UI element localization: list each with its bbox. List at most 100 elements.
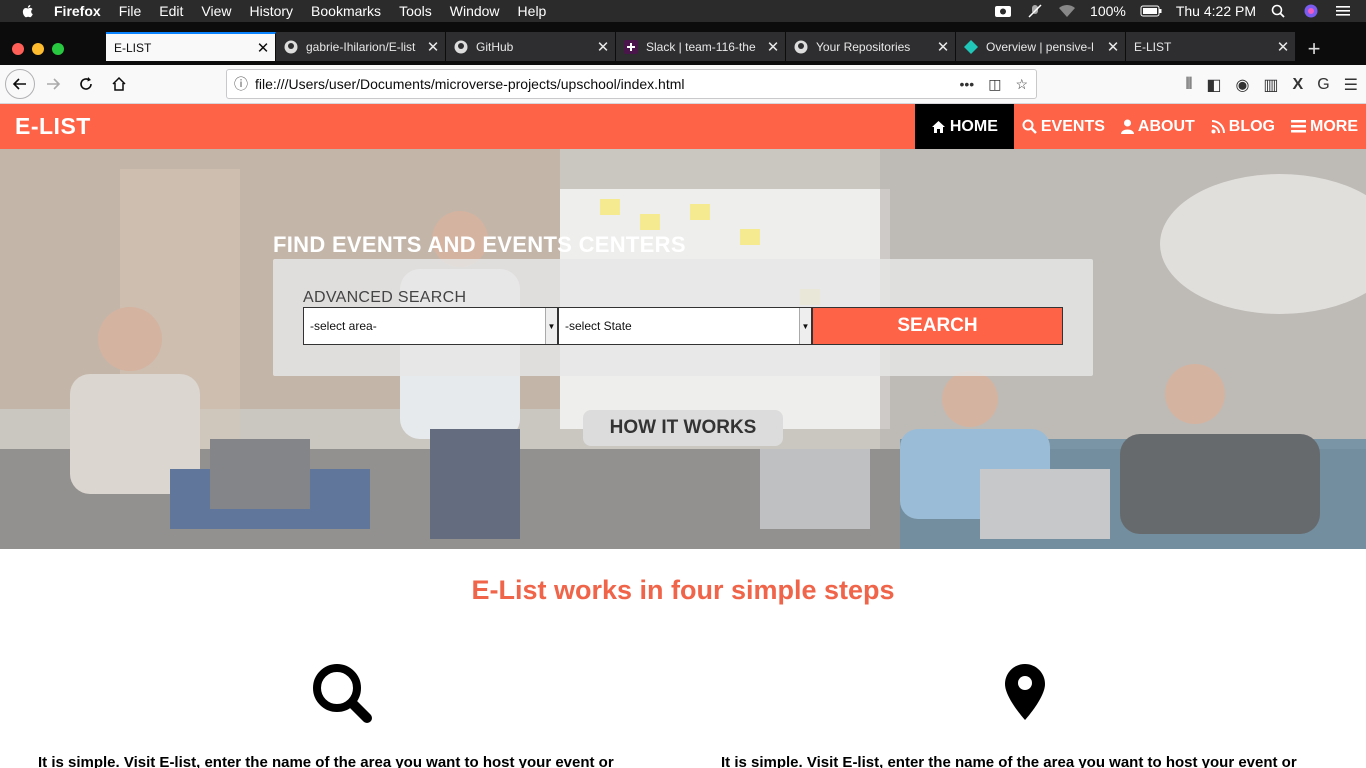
nav-home-label: HOME: [949, 117, 998, 135]
nav-more[interactable]: MORE: [1283, 104, 1366, 149]
how-it-works-button[interactable]: HOW IT WORKS: [583, 410, 783, 446]
steps-heading: E-List works in four simple steps: [471, 575, 895, 605]
info-icon[interactable]: ⓘ: [227, 74, 255, 94]
search-panel: ADVANCED SEARCH -select area- ▼ -select …: [273, 259, 1093, 376]
slack-icon: [624, 39, 638, 54]
tab-title: Slack | team-116-the: [646, 39, 756, 54]
browser-toolbar: ⓘ file:///Users/user/Documents/microvers…: [0, 65, 1366, 104]
nav-about-label: ABOUT: [1137, 117, 1195, 135]
tab-github[interactable]: GitHub ✕: [446, 32, 616, 61]
tab-github-repo[interactable]: gabrie-Ihilarion/E-list ✕: [276, 32, 446, 61]
tab-elist[interactable]: E-LIST ✕: [106, 32, 276, 61]
state-select-value: -select State: [565, 319, 632, 333]
tab-close-icon[interactable]: ✕: [591, 38, 615, 56]
menu-app-name[interactable]: Firefox: [54, 3, 101, 19]
tab-elist-2[interactable]: E-LIST ✕: [1126, 32, 1296, 61]
extension-grammarly-icon[interactable]: G: [1317, 76, 1329, 94]
reload-icon: [80, 77, 92, 90]
chevron-down-icon[interactable]: ▼: [799, 308, 811, 344]
github-icon: [794, 40, 808, 53]
apple-logo-icon[interactable]: [20, 3, 36, 19]
state-select[interactable]: -select State ▼: [558, 307, 812, 345]
step-description: It is simple. Visit E-list, enter the na…: [38, 754, 614, 768]
mic-off-icon[interactable]: [1026, 4, 1044, 18]
nav-events-label: EVENTS: [1040, 117, 1105, 135]
search-icon: [1022, 119, 1037, 134]
menu-edit[interactable]: Edit: [159, 3, 183, 19]
github-icon: [284, 40, 298, 53]
back-button[interactable]: [5, 69, 35, 99]
home-icon: [112, 76, 126, 91]
siri-icon[interactable]: [1302, 4, 1320, 18]
extension-x-icon[interactable]: X: [1293, 76, 1304, 94]
tab-close-icon[interactable]: ✕: [1101, 38, 1125, 56]
app-menu-icon[interactable]: ☰: [1344, 75, 1358, 95]
search-button[interactable]: SEARCH: [812, 307, 1063, 345]
nav-more-label: MORE: [1310, 117, 1358, 135]
github-icon: [454, 40, 468, 53]
menu-clock[interactable]: Thu 4:22 PM: [1176, 3, 1256, 19]
menu-history[interactable]: History: [249, 3, 293, 19]
menu-file[interactable]: File: [119, 3, 142, 19]
url-text[interactable]: file:///Users/user/Documents/microverse-…: [255, 76, 959, 92]
tab-your-repositories[interactable]: Your Repositories ✕: [786, 32, 956, 61]
hero-title: FIND EVENTS AND EVENTS CENTERS: [273, 232, 686, 257]
tab-close-icon[interactable]: ✕: [251, 39, 275, 57]
forward-button[interactable]: [38, 69, 68, 99]
nav-home[interactable]: HOME: [914, 104, 1014, 149]
tab-close-icon[interactable]: ✕: [761, 38, 785, 56]
address-bar[interactable]: ⓘ file:///Users/user/Documents/microvers…: [226, 69, 1037, 99]
menu-window[interactable]: Window: [450, 3, 500, 19]
chevron-down-icon[interactable]: ▼: [545, 308, 557, 344]
page-actions-icon[interactable]: •••: [959, 76, 974, 93]
advanced-search-label: ADVANCED SEARCH: [303, 289, 467, 306]
area-select[interactable]: -select area- ▼: [303, 307, 558, 345]
tab-title: E-LIST: [1134, 39, 1172, 54]
minimize-window-button[interactable]: [32, 42, 44, 55]
browser-tab-strip: E-LIST ✕ gabrie-Ihilarion/E-list ✕ GitHu…: [0, 22, 1366, 65]
step-description: It is simple. Visit E-list, enter the na…: [721, 754, 1297, 768]
notification-center-icon[interactable]: [1334, 4, 1352, 18]
tab-title: Your Repositories: [816, 39, 911, 54]
maximize-window-button[interactable]: [52, 42, 64, 55]
extension-grid-icon[interactable]: ▥: [1263, 75, 1278, 95]
sidebar-icon[interactable]: ◧: [1206, 75, 1221, 95]
nav-events[interactable]: EVENTS: [1014, 104, 1113, 149]
nav-blog-label: BLOG: [1228, 117, 1275, 135]
tab-close-icon[interactable]: ✕: [1271, 38, 1295, 56]
wifi-icon[interactable]: [1058, 4, 1076, 18]
tab-title: gabrie-Ihilarion/E-list: [306, 39, 416, 54]
spotlight-search-icon[interactable]: [1270, 4, 1288, 18]
tab-close-icon[interactable]: ✕: [931, 38, 955, 56]
tab-close-icon[interactable]: ✕: [421, 38, 445, 56]
menu-bookmarks[interactable]: Bookmarks: [311, 3, 381, 19]
close-window-button[interactable]: [12, 42, 24, 55]
library-icon[interactable]: ⫴: [1186, 76, 1193, 94]
home-button[interactable]: [104, 69, 134, 99]
menu-view[interactable]: View: [201, 3, 231, 19]
camera-icon[interactable]: [994, 4, 1012, 18]
tab-title: GitHub: [476, 39, 514, 54]
netlify-icon: [964, 39, 978, 54]
nav-blog[interactable]: BLOG: [1203, 104, 1283, 149]
account-icon[interactable]: ◉: [1235, 75, 1249, 95]
pocket-icon[interactable]: ◫: [988, 76, 1001, 93]
tab-netlify-overview[interactable]: Overview | pensive-l ✕: [956, 32, 1126, 61]
nav-about[interactable]: ABOUT: [1113, 104, 1203, 149]
hero-section: FIND EVENTS AND EVENTS CENTERS ADVANCED …: [0, 149, 1366, 549]
arrow-left-icon: [12, 78, 26, 90]
tab-slack[interactable]: Slack | team-116-the ✕: [616, 32, 786, 61]
tab-title: E-LIST: [114, 40, 152, 55]
menu-help[interactable]: Help: [518, 3, 547, 19]
area-select-value: -select area-: [310, 319, 377, 333]
site-logo[interactable]: E-LIST: [15, 113, 91, 140]
rss-icon: [1211, 119, 1225, 133]
macos-menu-bar: Firefox File Edit View History Bookmarks…: [0, 0, 1366, 22]
user-icon: [1120, 119, 1134, 134]
reload-button[interactable]: [71, 69, 101, 99]
menu-tools[interactable]: Tools: [399, 3, 432, 19]
new-tab-button[interactable]: +: [1296, 32, 1332, 65]
bookmark-star-icon[interactable]: ☆: [1015, 76, 1028, 93]
home-icon: [931, 120, 945, 133]
battery-icon[interactable]: [1140, 4, 1162, 18]
